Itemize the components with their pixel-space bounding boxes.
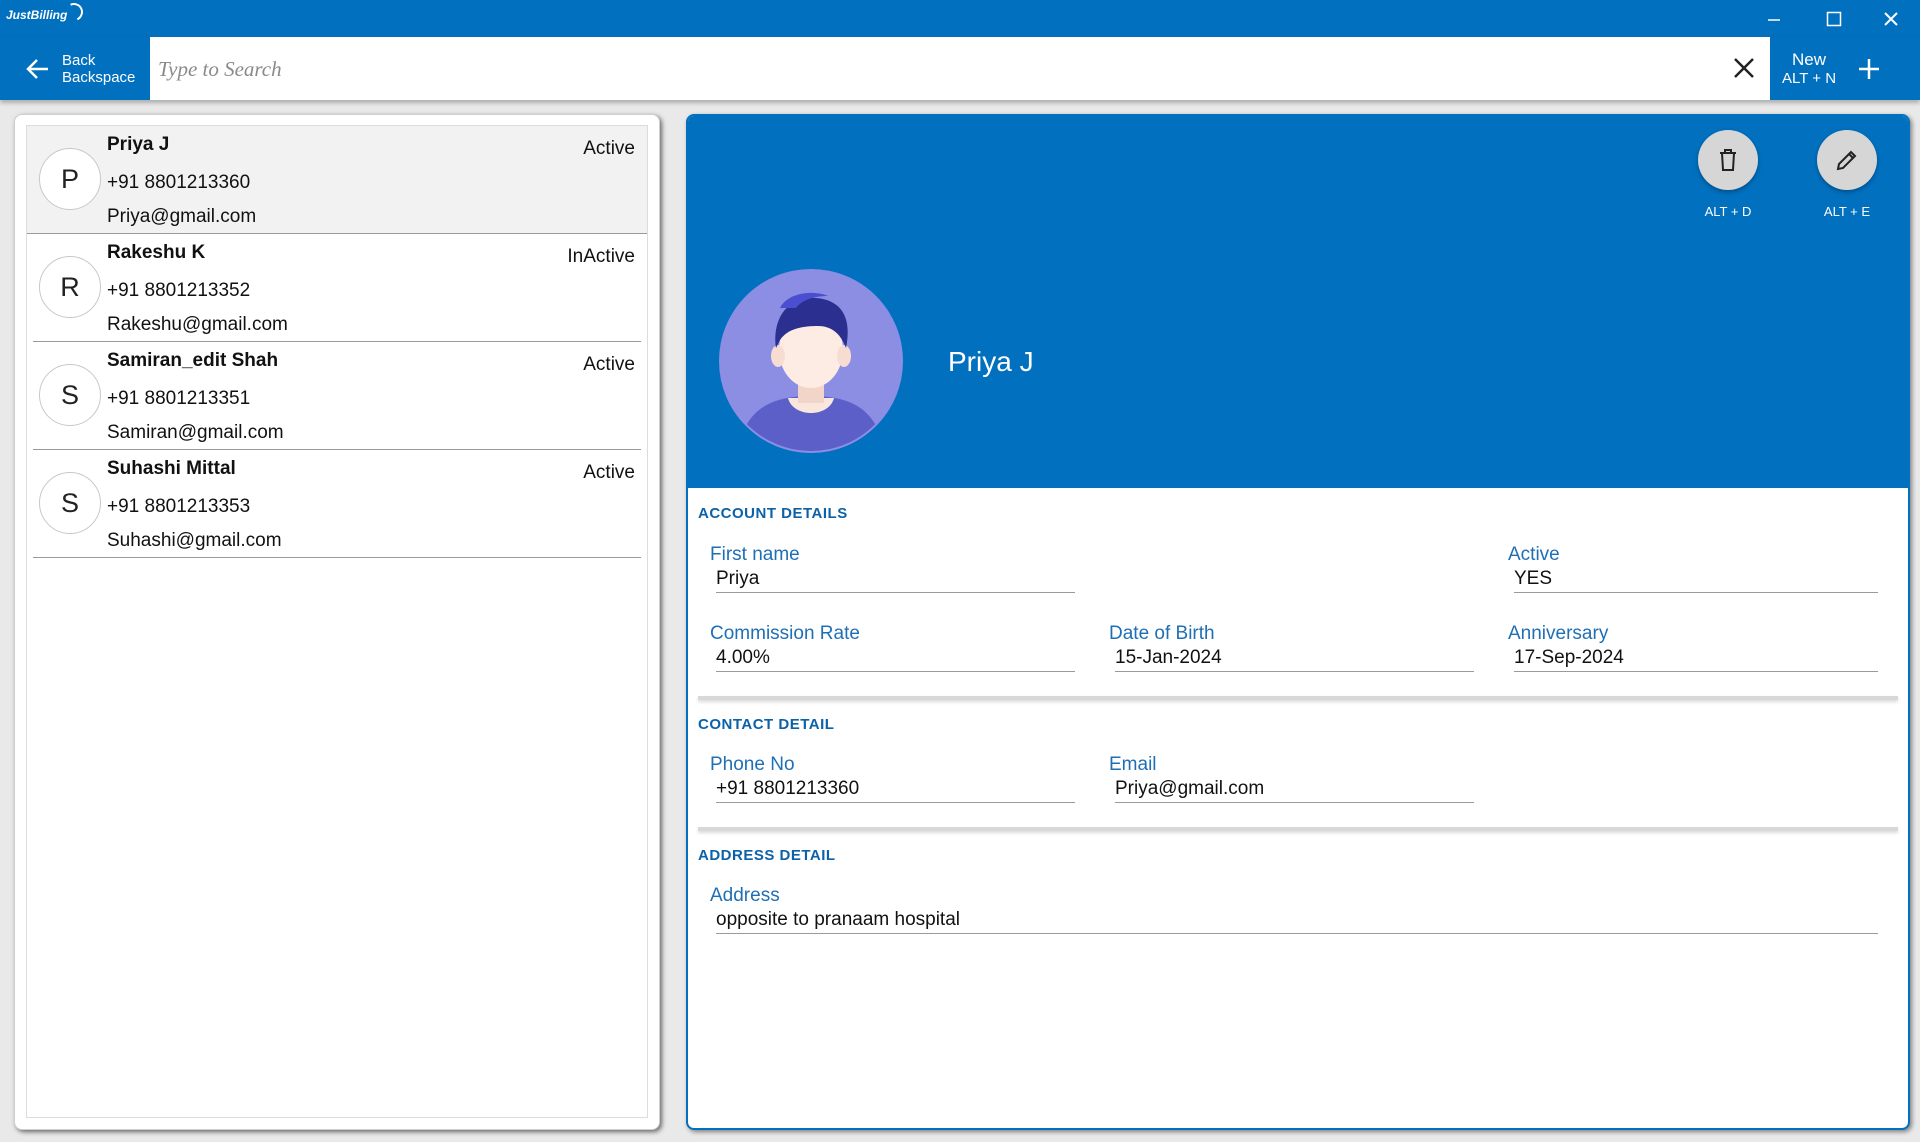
customer-email: Suhashi@gmail.com (107, 530, 282, 551)
commission-rate-value: 4.00% (716, 647, 1075, 672)
customer-phone: +91 8801213351 (107, 388, 251, 409)
avatar: R (39, 256, 101, 318)
list-item[interactable]: S Suhashi Mittal +91 8801213353 Suhashi@… (33, 450, 641, 558)
toolbar: Back Backspace New ALT + N (0, 37, 1920, 102)
search-input[interactable] (156, 37, 1690, 102)
close-window-button[interactable] (1862, 0, 1920, 37)
maximize-button[interactable] (1805, 0, 1863, 37)
active-label: Active (1508, 544, 1560, 565)
customer-list[interactable]: P Priya J +91 8801213360 Priya@gmail.com… (26, 125, 648, 1118)
list-item[interactable]: P Priya J +91 8801213360 Priya@gmail.com… (27, 126, 647, 234)
avatar: S (39, 364, 101, 426)
section-divider (698, 696, 1898, 700)
customer-name: Suhashi Mittal (107, 458, 236, 479)
phone-value: +91 8801213360 (716, 778, 1075, 803)
date-of-birth-value: 15-Jan-2024 (1115, 647, 1474, 672)
avatar: S (39, 472, 101, 534)
customer-name: Rakeshu K (107, 242, 206, 263)
minimize-button[interactable] (1745, 0, 1803, 37)
email-value: Priya@gmail.com (1115, 778, 1474, 803)
address-field[interactable]: Address opposite to pranaam hospital (710, 885, 1878, 934)
status-badge: InActive (567, 246, 635, 267)
maximize-icon (1826, 11, 1842, 26)
status-badge: Active (583, 462, 635, 483)
new-label: New (1792, 49, 1827, 69)
anniversary-label: Anniversary (1508, 623, 1609, 644)
customer-name: Samiran_edit Shah (107, 350, 279, 371)
first-name-value: Priya (716, 568, 1075, 593)
section-divider (698, 827, 1898, 831)
address-detail-heading: ADDRESS DETAIL (698, 847, 836, 864)
account-details-heading: ACCOUNT DETAILS (698, 505, 848, 522)
customer-email: Samiran@gmail.com (107, 422, 284, 443)
plus-icon (1859, 58, 1880, 79)
customer-list-panel: P Priya J +91 8801213360 Priya@gmail.com… (14, 114, 660, 1130)
close-icon (1884, 11, 1898, 26)
delete-button[interactable]: ALT + D (1688, 130, 1768, 219)
delete-shortcut: ALT + D (1704, 204, 1752, 219)
back-label: Back (62, 51, 96, 69)
back-button[interactable]: Back Backspace (0, 37, 150, 100)
customer-email: Priya@gmail.com (107, 206, 257, 227)
clear-search-icon[interactable] (1732, 56, 1756, 80)
pencil-icon (1836, 150, 1857, 171)
date-of-birth-label: Date of Birth (1109, 623, 1215, 644)
status-badge: Active (583, 138, 635, 159)
customer-name: Priya J (107, 134, 170, 155)
app-logo: JustBilling (6, 0, 86, 24)
phone-field[interactable]: Phone No +91 8801213360 (710, 754, 1075, 803)
new-shortcut: ALT + N (1782, 69, 1837, 87)
address-value: opposite to pranaam hospital (716, 909, 1878, 934)
customer-email: Rakeshu@gmail.com (107, 314, 288, 335)
search-box (150, 37, 1770, 102)
edit-shortcut: ALT + E (1823, 204, 1871, 219)
customer-phone: +91 8801213353 (107, 496, 251, 517)
new-button[interactable]: New ALT + N (1770, 37, 1920, 100)
profile-name: Priya J (948, 346, 1034, 377)
anniversary-field[interactable]: Anniversary 17-Sep-2024 (1508, 623, 1878, 672)
list-item[interactable]: S Samiran_edit Shah +91 8801213351 Samir… (33, 342, 641, 450)
first-name-field[interactable]: First name Priya (710, 544, 1075, 593)
title-bar: JustBilling (0, 0, 1920, 37)
first-name-label: First name (710, 544, 800, 565)
email-field[interactable]: Email Priya@gmail.com (1109, 754, 1474, 803)
commission-rate-field[interactable]: Commission Rate 4.00% (710, 623, 1075, 672)
active-field[interactable]: Active YES (1508, 544, 1878, 593)
arrow-left-icon (26, 58, 48, 79)
anniversary-value: 17-Sep-2024 (1514, 647, 1878, 672)
customer-detail-panel: ALT + D ALT + E Priya J ACCOUNT DETAILS … (686, 114, 1910, 1130)
trash-icon (1720, 149, 1736, 171)
commission-rate-label: Commission Rate (710, 623, 860, 644)
active-value: YES (1514, 568, 1878, 593)
minimize-icon (1768, 18, 1780, 21)
back-shortcut: Backspace (62, 68, 136, 86)
avatar: P (39, 148, 101, 210)
customer-phone: +91 8801213360 (107, 172, 251, 193)
profile-avatar-icon (719, 269, 903, 453)
date-of-birth-field[interactable]: Date of Birth 15-Jan-2024 (1109, 623, 1474, 672)
edit-button[interactable]: ALT + E (1807, 130, 1887, 219)
phone-label: Phone No (710, 754, 795, 775)
customer-phone: +91 8801213352 (107, 280, 251, 301)
email-label: Email (1109, 754, 1157, 775)
app-logo-text: JustBilling (6, 8, 68, 22)
address-label: Address (710, 885, 780, 906)
status-badge: Active (583, 354, 635, 375)
detail-header: ALT + D ALT + E Priya J (688, 116, 1908, 488)
list-item[interactable]: R Rakeshu K +91 8801213352 Rakeshu@gmail… (33, 234, 641, 342)
contact-detail-heading: CONTACT DETAIL (698, 716, 835, 733)
